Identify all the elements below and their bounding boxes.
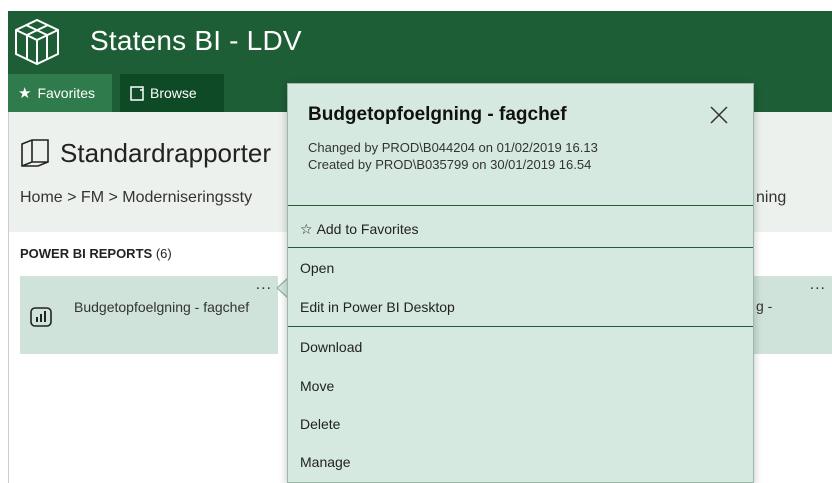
report-tile[interactable]: ... Budgetopfoelgning - fagchef: [20, 276, 278, 354]
menu-item-add-favorites[interactable]: ☆ Add to Favorites: [288, 210, 753, 248]
menu-item-open[interactable]: Open: [288, 249, 753, 287]
section-count: (6): [155, 246, 172, 261]
section-title: POWER BI REPORTS: [20, 246, 153, 261]
menu-item-manage[interactable]: Manage: [288, 443, 753, 481]
tab-favorites[interactable]: ★ Favorites: [8, 74, 112, 112]
menu-item-download[interactable]: Download: [288, 328, 753, 366]
section-label: POWER BI REPORTS (6): [20, 246, 172, 261]
star-icon: ★: [18, 85, 32, 102]
star-outline-icon: ☆: [300, 220, 313, 237]
context-menu-popup: Budgetopfoelgning - fagchef Changed by P…: [287, 83, 754, 483]
breadcrumb[interactable]: Home > FM > Moderniseringssty: [20, 189, 252, 207]
menu-item-move[interactable]: Move: [288, 367, 753, 405]
tab-favorites-label: Favorites: [37, 85, 96, 101]
divider: [288, 247, 753, 248]
more-options-button[interactable]: ...: [256, 276, 272, 294]
app-window: Statens BI - LDV ★ Favorites Browse Stan…: [8, 11, 832, 483]
menu-item-label: Manage: [300, 454, 351, 470]
menu-item-label: Delete: [300, 416, 341, 432]
content-border: [8, 112, 9, 483]
popup-title: Budgetopfoelgning - fagchef: [308, 104, 567, 125]
breadcrumb-tail[interactable]: ning: [756, 189, 786, 207]
report-icon: [30, 307, 52, 327]
menu-item-delete[interactable]: Delete: [288, 405, 753, 443]
report-name: g -: [756, 298, 773, 314]
changed-by-text: Changed by PROD\B044204 on 01/02/2019 16…: [308, 140, 598, 155]
logo-icon: [15, 18, 59, 66]
tab-browse[interactable]: Browse: [120, 74, 224, 112]
menu-item-label: Move: [300, 378, 335, 394]
more-options-button[interactable]: ...: [810, 276, 826, 294]
menu-item-label: Open: [300, 260, 335, 276]
page-title: Standardrapporter: [60, 138, 272, 168]
close-icon[interactable]: [708, 104, 730, 126]
divider: [288, 326, 753, 327]
popup-meta: Changed by PROD\B044204 on 01/02/2019 16…: [308, 139, 598, 173]
menu-item-label: Add to Favorites: [316, 221, 419, 237]
app-header: Statens BI - LDV: [8, 11, 832, 74]
divider: [288, 205, 753, 206]
report-tile[interactable]: ... g -: [752, 276, 832, 354]
app-title: Statens BI - LDV: [90, 25, 302, 56]
folder-icon: [21, 139, 49, 167]
report-name: Budgetopfoelgning - fagchef: [74, 299, 250, 315]
menu-item-label: Edit in Power BI Desktop: [300, 299, 455, 315]
created-by-text: Created by PROD\B035799 on 30/01/2019 16…: [308, 157, 592, 172]
tab-browse-label: Browse: [150, 85, 197, 101]
menu-item-label: Download: [300, 339, 363, 355]
page-icon: [130, 85, 144, 101]
menu-item-edit-desktop[interactable]: Edit in Power BI Desktop: [288, 288, 753, 326]
